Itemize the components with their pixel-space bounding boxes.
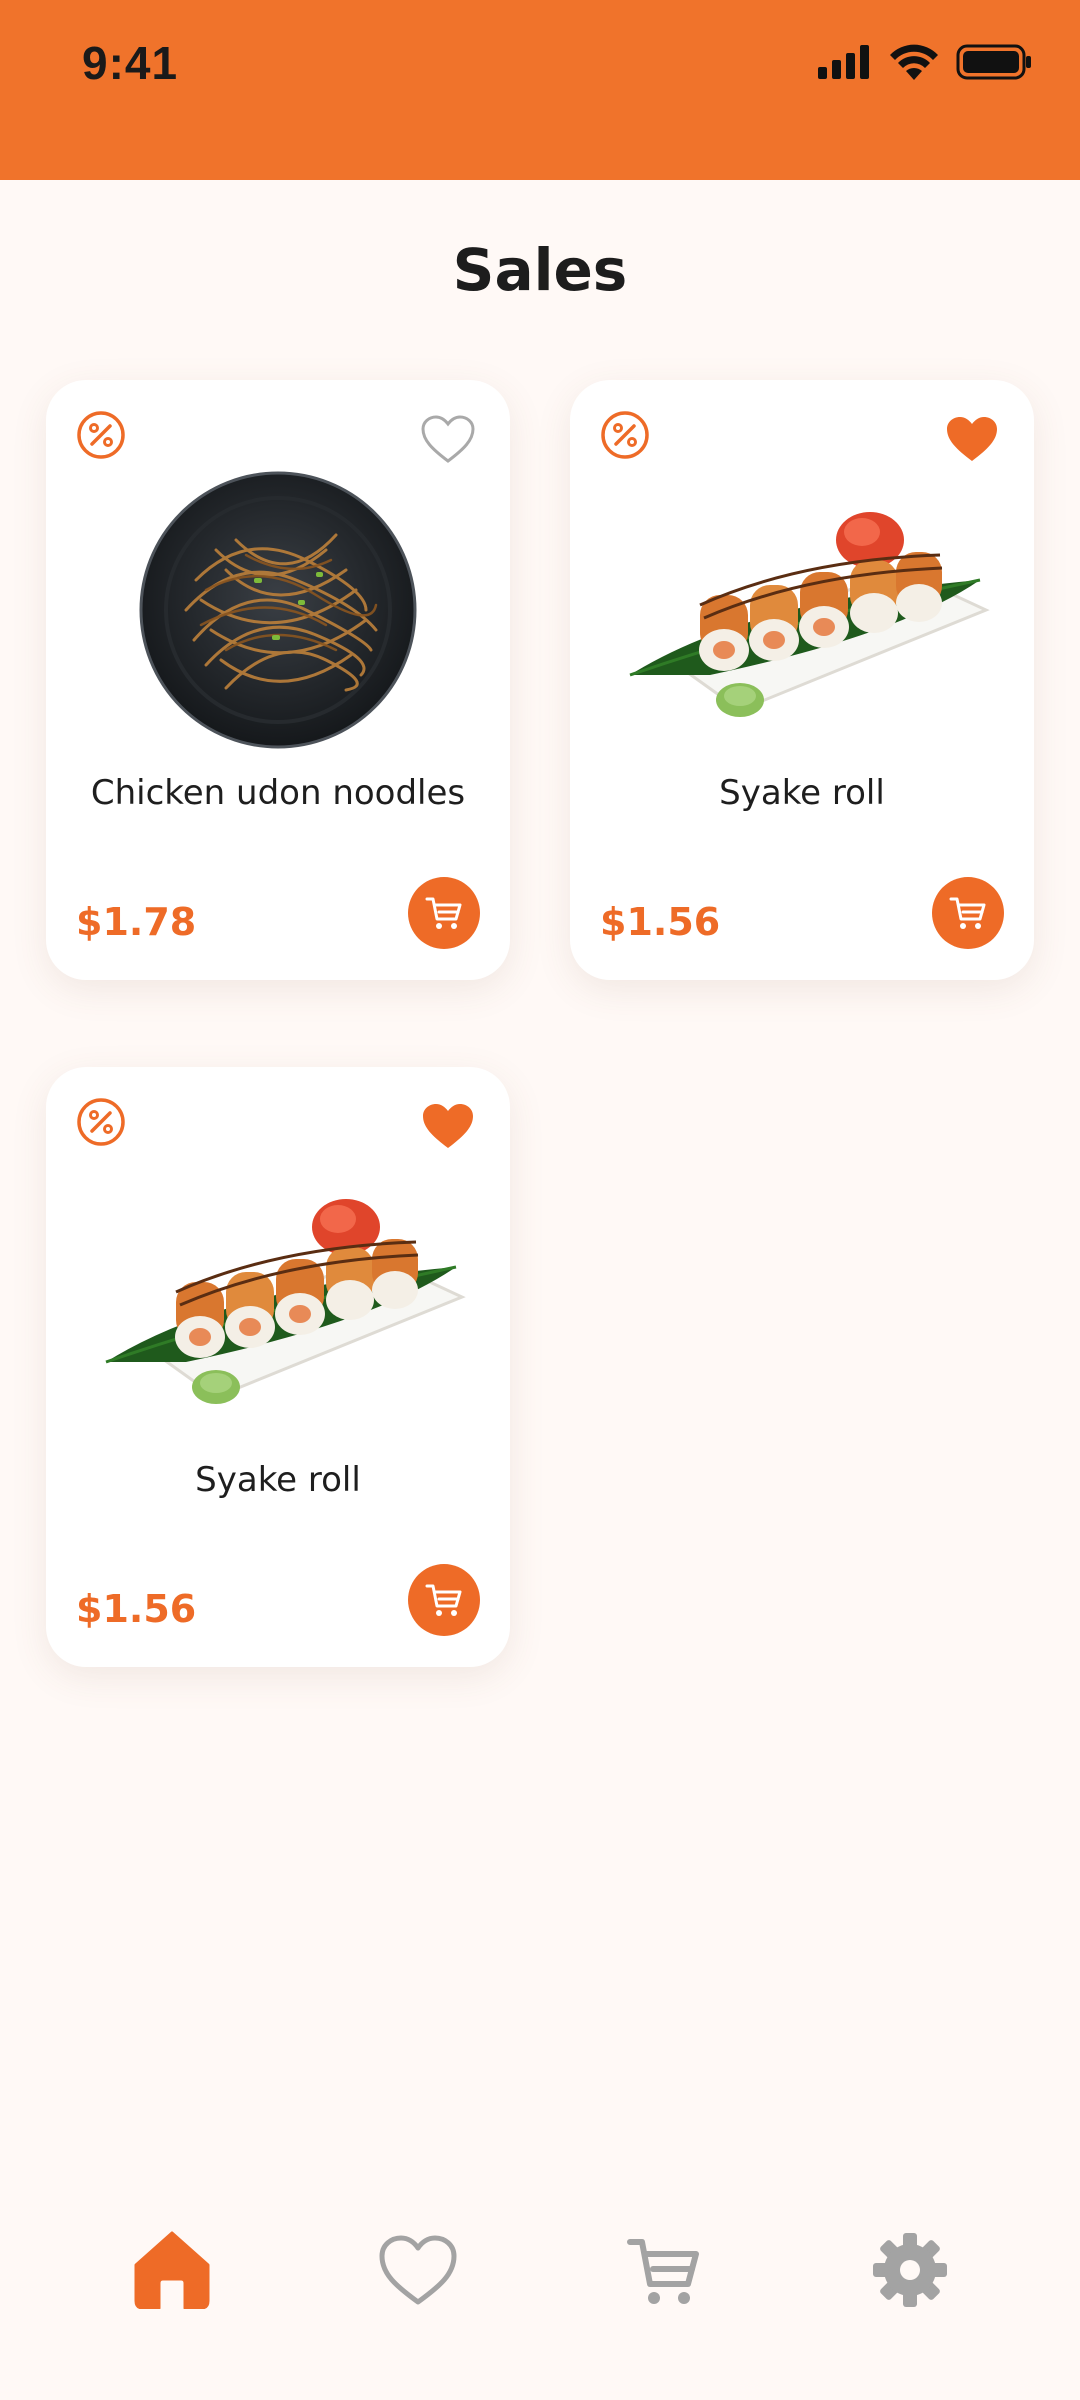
add-to-cart-button[interactable] <box>408 1564 480 1636</box>
add-to-cart-button[interactable] <box>932 877 1004 949</box>
dish-name: Chicken udon noodles <box>90 773 466 813</box>
bottom-nav <box>0 2220 1080 2340</box>
dish-price: $1.56 <box>76 1587 197 1631</box>
wifi-icon <box>890 44 938 80</box>
dish-price: $1.78 <box>76 900 197 944</box>
heart-filled-icon[interactable] <box>944 414 1000 464</box>
syake-roll-image <box>629 512 990 717</box>
cart-icon <box>425 897 462 929</box>
dish-name: Syake roll <box>195 1460 361 1500</box>
nav-item-favorites[interactable] <box>368 2220 468 2320</box>
heart-filled-icon[interactable] <box>420 1101 476 1151</box>
add-to-cart-button[interactable] <box>408 877 480 949</box>
heart-icon <box>379 2235 457 2305</box>
heart-outline-icon[interactable] <box>420 414 476 464</box>
gear-icon <box>873 2233 947 2307</box>
cart-icon <box>949 897 986 929</box>
cart-icon <box>425 1584 462 1616</box>
nav-item-home[interactable] <box>122 2220 222 2320</box>
cart-icon <box>627 2239 699 2304</box>
discount-icon <box>77 1098 125 1146</box>
product-card[interactable]: Syake roll $1.56 <box>570 380 1034 980</box>
page-title: Sales <box>452 236 628 304</box>
nav-item-settings[interactable] <box>860 2220 960 2320</box>
dish-name: Syake roll <box>719 773 885 813</box>
dish-price: $1.56 <box>600 900 721 944</box>
nav-item-cart[interactable] <box>614 2220 714 2320</box>
syake-roll-image <box>105 1199 466 1404</box>
home-icon <box>134 2231 210 2309</box>
product-card[interactable]: Syake roll $1.56 <box>46 1067 510 1667</box>
status-time: 9:41 <box>82 37 179 89</box>
status-bar: 9:41 <box>0 0 1080 180</box>
discount-icon <box>77 411 125 459</box>
status-icons <box>818 44 1032 80</box>
discount-icon <box>601 411 649 459</box>
battery-icon <box>956 44 1031 80</box>
cellular-signal-icon <box>818 45 869 79</box>
product-card[interactable]: Chicken udon noodles $1.78 <box>46 380 510 980</box>
udon-noodles-image <box>139 471 417 749</box>
